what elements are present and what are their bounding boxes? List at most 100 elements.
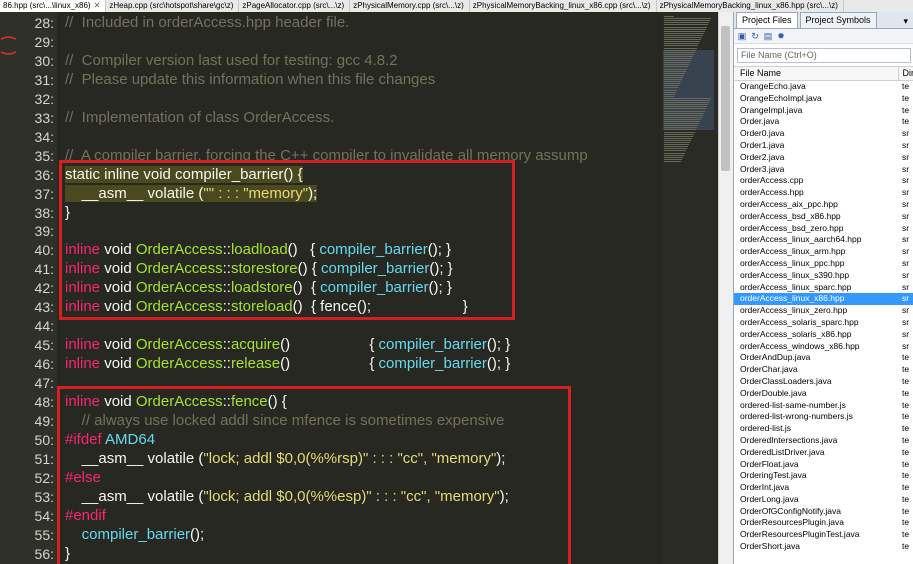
code-line[interactable]: // Compiler version last used for testin…: [65, 52, 398, 69]
editor-tab[interactable]: zPhysicalMemory.cpp (src\...\z): [350, 0, 470, 12]
file-list-row[interactable]: OrderLong.java te: [734, 494, 913, 506]
scrollbar-thumb[interactable]: [721, 26, 730, 171]
editor-tab[interactable]: zPageAllocator.cpp (src\...\z): [239, 0, 351, 12]
file-list-row[interactable]: ordered-list.js te: [734, 423, 913, 435]
editor-tab[interactable]: zPhysicalMemoryBacking_linux_x86.hpp (sr…: [657, 0, 844, 12]
file-list-row[interactable]: orderAccess_linux_arm.hpp sr: [734, 246, 913, 258]
file-list-row[interactable]: orderAccess_aix_ppc.hpp sr: [734, 199, 913, 211]
code-minimap[interactable]: [661, 12, 718, 564]
file-list-row[interactable]: ordered-list-same-number.js te: [734, 400, 913, 412]
file-list-row[interactable]: orderAccess_linux_aarch64.hpp sr: [734, 234, 913, 246]
file-list-row[interactable]: OrangeImpl.java te: [734, 105, 913, 117]
minimap-line: [664, 110, 705, 112]
line-number: 50:: [34, 431, 54, 448]
gear-icon[interactable]: ✹: [776, 31, 786, 41]
minimap-line: [664, 89, 677, 91]
file-list-row[interactable]: OrderResourcesPluginTest.java te: [734, 529, 913, 541]
file-list-row[interactable]: OrderResourcesPlugin.java te: [734, 517, 913, 529]
file-list-row[interactable]: orderAccess_bsd_x86.hpp sr: [734, 211, 913, 223]
editor-tab[interactable]: zHeap.cpp (src\hotspot\share\gc\z): [106, 0, 240, 12]
file-name: OrangeEchoImpl.java: [740, 92, 822, 103]
code-line[interactable]: // Please update this information when t…: [65, 71, 435, 88]
file-list-row[interactable]: OrderedIntersections.java te: [734, 435, 913, 447]
file-list-row[interactable]: Order3.java sr: [734, 164, 913, 176]
code-line[interactable]: // Included in orderAccess.hpp header fi…: [65, 14, 349, 31]
code-editor[interactable]: 28: 29: 30: 31: 32: 33: 34: 35: 36: 37: 38: 39: 40: 4…: [0, 12, 661, 564]
refresh-icon[interactable]: ↻: [750, 31, 760, 41]
file-dir: sr: [902, 175, 910, 186]
file-list-row[interactable]: Order0.java sr: [734, 128, 913, 140]
minimap-line: [664, 137, 692, 139]
file-list-row[interactable]: OrderAndDup.java te: [734, 352, 913, 364]
line-number: 39:: [34, 223, 54, 240]
file-list-row[interactable]: OrderOfGConfigNotify.java te: [734, 506, 913, 518]
file-list-row[interactable]: orderAccess_bsd_zero.hpp sr: [734, 223, 913, 235]
code-line[interactable]: inline void OrderAccess::release() { com…: [65, 355, 510, 372]
file-name: OrderFloat.java: [740, 458, 799, 469]
line-number: 41:: [34, 261, 54, 278]
file-list-row[interactable]: orderAccess.cpp sr: [734, 175, 913, 187]
file-list-row[interactable]: orderAccess_solaris_x86.hpp sr: [734, 329, 913, 341]
line-number: 33:: [34, 109, 54, 126]
folder-icon[interactable]: ▣: [737, 31, 747, 41]
minimap-line: [664, 154, 684, 156]
minimap-line: [664, 26, 707, 28]
file-list-row[interactable]: orderAccess_windows_x86.hpp sr: [734, 341, 913, 353]
file-name: OrderShort.java: [740, 541, 800, 552]
column-header-file-name[interactable]: File Name: [734, 67, 899, 80]
file-dir: te: [902, 399, 910, 410]
file-list-row[interactable]: OrderClassLoaders.java te: [734, 376, 913, 388]
minimap-line: [664, 66, 688, 68]
tab-project-symbols[interactable]: Project Symbols: [799, 12, 877, 28]
file-list-row[interactable]: orderAccess.hpp sr: [734, 187, 913, 199]
file-list-row[interactable]: orderAccess_linux_x86.hpp sr: [734, 293, 913, 306]
file-list-row[interactable]: OrderFloat.java te: [734, 459, 913, 471]
file-name: Order2.java: [740, 151, 785, 162]
minimap-line: [664, 158, 682, 160]
file-list-row[interactable]: OrderDouble.java te: [734, 388, 913, 400]
file-dir: te: [902, 423, 910, 434]
file-name-filter-input[interactable]: File Name (Ctrl+O): [737, 48, 911, 63]
minimap-line: [664, 129, 696, 131]
close-icon[interactable]: ✕: [94, 1, 101, 10]
file-dir: sr: [902, 151, 910, 162]
file-list-row[interactable]: Order2.java sr: [734, 152, 913, 164]
minimap-line: [664, 100, 710, 101]
file-name: orderAccess_linux_s390.hpp: [740, 269, 850, 280]
minimap-line: [664, 62, 690, 64]
file-list-row[interactable]: orderAccess_linux_sparc.hpp sr: [734, 282, 913, 294]
minimap-line: [664, 55, 693, 57]
minimap-line: [664, 150, 686, 152]
file-list-row[interactable]: ordered-list-wrong-numbers.js te: [734, 411, 913, 423]
file-list-row[interactable]: OrderedListDriver.java te: [734, 447, 913, 459]
filter-icon[interactable]: ▤: [763, 31, 773, 41]
code-line[interactable]: inline void OrderAccess::acquire() { com…: [65, 336, 510, 353]
minimap-line: [664, 24, 708, 26]
file-list-row[interactable]: OrangeEcho.java te: [734, 81, 913, 93]
file-dir: sr: [902, 257, 910, 268]
file-list-row[interactable]: OrderChar.java te: [734, 364, 913, 376]
file-list-row[interactable]: Order.java te: [734, 116, 913, 128]
file-list-row[interactable]: OrderingTest.java te: [734, 470, 913, 482]
column-header-dir[interactable]: Dir: [899, 67, 913, 80]
file-list-row[interactable]: orderAccess_linux_zero.hpp sr: [734, 305, 913, 317]
tab-project-files[interactable]: Project Files: [736, 12, 798, 28]
file-list-row[interactable]: orderAccess_solaris_sparc.hpp sr: [734, 317, 913, 329]
file-list-row[interactable]: orderAccess_linux_ppc.hpp sr: [734, 258, 913, 270]
vertical-scrollbar[interactable]: [718, 12, 733, 564]
code-line[interactable]: // Implementation of class OrderAccess.: [65, 109, 334, 126]
file-dir: te: [902, 364, 910, 375]
file-list-row[interactable]: Order1.java sr: [734, 140, 913, 152]
file-list-row[interactable]: OrangeEchoImpl.java te: [734, 93, 913, 105]
file-list-row[interactable]: OrderInt.java te: [734, 482, 913, 494]
editor-tab[interactable]: zPhysicalMemoryBacking_linux_x86.cpp (sr…: [470, 0, 657, 12]
tab-label: zPhysicalMemoryBacking_linux_x86.cpp (sr…: [472, 1, 651, 10]
chevron-down-icon[interactable]: ▾: [897, 14, 913, 28]
file-list-row[interactable]: orderAccess_linux_s390.hpp sr: [734, 270, 913, 282]
file-dir: sr: [902, 210, 910, 221]
file-name: Order3.java: [740, 163, 785, 174]
file-dir: te: [902, 116, 910, 127]
file-list-row[interactable]: OrderShort.java te: [734, 541, 913, 553]
line-number: 38:: [34, 204, 54, 221]
editor-tab[interactable]: 86.hpp (src\...\linux_x86) ✕: [0, 0, 107, 12]
